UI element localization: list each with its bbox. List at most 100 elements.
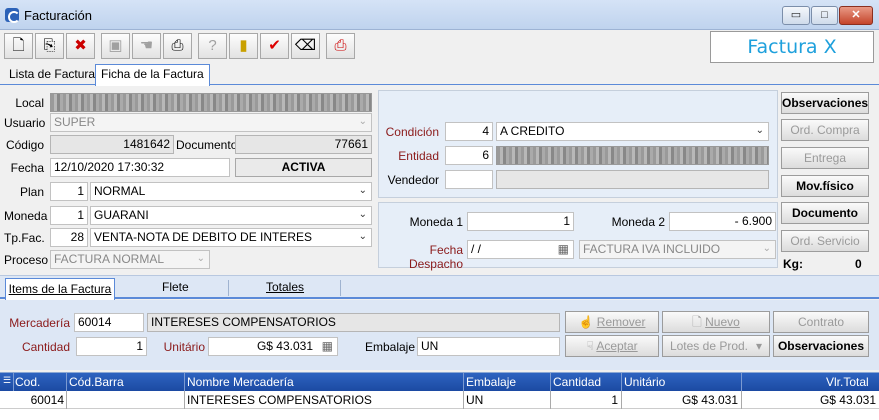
delete-icon[interactable]: ✖ xyxy=(66,33,95,59)
eraser-icon[interactable]: ⌫ xyxy=(291,33,320,59)
grid-col-sep xyxy=(66,391,67,409)
cantidad-field[interactable]: 1 xyxy=(76,337,147,356)
print-red-icon[interactable]: ⎙ xyxy=(326,33,355,59)
invoice-header-panel: Local Usuario SUPER ⌄ Código 1481642 Docu… xyxy=(4,90,376,270)
vendedor-field[interactable] xyxy=(496,170,769,189)
maximize-button[interactable]: □ xyxy=(811,6,838,25)
embalaje-field[interactable]: UN xyxy=(417,337,560,356)
cell-embalaje: UN xyxy=(466,393,484,407)
item-observaciones-button[interactable]: Observaciones xyxy=(773,335,869,357)
moneda1-field[interactable]: 1 xyxy=(467,212,574,231)
close-button[interactable]: ✕ xyxy=(839,6,873,25)
fecha-field[interactable]: 12/10/2020 17:30:32 xyxy=(50,158,230,177)
col-embalaje[interactable]: Embalaje xyxy=(466,375,516,389)
grid-col-sep xyxy=(550,391,551,409)
ord-servicio-button[interactable]: Ord. Servicio xyxy=(781,230,869,252)
tab-separator xyxy=(340,280,341,296)
chevron-down-icon: ▾ xyxy=(756,339,763,353)
minimize-button[interactable]: ▭ xyxy=(782,6,810,25)
check-icon[interactable]: ✔ xyxy=(260,33,289,59)
tab-ficha-factura[interactable]: Ficha de la Factura xyxy=(95,64,210,86)
tab-ficha-factura-label: Ficha de la Factura xyxy=(101,67,204,81)
proceso-label: Proceso xyxy=(4,253,49,267)
grid-col-sep xyxy=(741,391,742,409)
tpfac-label: Tp.Fac. xyxy=(4,231,45,245)
documento-field: 77661 xyxy=(235,135,372,154)
usuario-select[interactable]: SUPER ⌄ xyxy=(50,113,372,132)
chevron-down-icon: ⌄ xyxy=(358,209,367,220)
tab-items-factura[interactable]: Items de la Factura xyxy=(5,278,115,300)
mercaderia-name-field: INTERESES COMPENSATORIOS xyxy=(147,313,560,332)
aceptar-label: Aceptar xyxy=(596,339,638,353)
tpfac-select[interactable]: VENTA-NOTA DE DEBITO DE INTERES ⌄ xyxy=(90,228,372,247)
calendar-icon[interactable]: ▦ xyxy=(558,242,569,257)
iva-select[interactable]: FACTURA IVA INCLUIDO ⌄ xyxy=(579,240,776,259)
col-vlr-total[interactable]: Vlr.Total xyxy=(826,375,869,389)
new-doc-icon: 🗋 xyxy=(692,315,706,329)
condicion-label: Condición xyxy=(385,125,439,139)
hand-icon: ☝ xyxy=(578,315,597,329)
col-unitario[interactable]: Unitário xyxy=(624,375,665,389)
grid-menu-icon[interactable]: ☰ xyxy=(3,375,11,386)
plan-select[interactable]: NORMAL ⌄ xyxy=(90,182,372,201)
observaciones-button[interactable]: Observaciones xyxy=(781,92,869,114)
currency-panel: Moneda 1 1 Moneda 2 - 6.900 Fecha Despac… xyxy=(378,202,778,271)
items-panel: Mercadería 60014 INTERESES COMPENSATORIO… xyxy=(0,300,879,370)
save-icon[interactable]: ▣ xyxy=(101,33,130,59)
tab-lista-facturas[interactable]: Lista de Facturas xyxy=(4,65,106,85)
moneda-select[interactable]: GUARANI ⌄ xyxy=(90,206,372,225)
condition-panel: Condición 4 A CREDITO ⌄ Entidad 6 Vendedo… xyxy=(378,90,778,198)
entidad-label: Entidad xyxy=(398,149,439,163)
grid-header: ☰ Cod. Cód.Barra Nombre Mercadería Embal… xyxy=(0,373,879,391)
documento-button[interactable]: Documento xyxy=(781,202,869,224)
tpfac-num[interactable]: 28 xyxy=(50,228,88,247)
nuevo-button[interactable]: 🗋 Nuevo xyxy=(662,311,770,333)
hand-icon[interactable]: ☚ xyxy=(132,33,161,59)
lotes-label: Lotes de Prod. xyxy=(669,339,749,353)
col-cod[interactable]: Cod. xyxy=(15,375,40,389)
moneda-value: GUARANI xyxy=(94,208,149,222)
print-icon[interactable]: ⎙ xyxy=(163,33,192,59)
help-icon[interactable]: ? xyxy=(198,33,227,59)
unitario-field[interactable]: G$ 43.031 ▦ xyxy=(208,337,338,356)
window-title: Facturación xyxy=(24,8,92,23)
cell-cod: 60014 xyxy=(30,393,64,407)
contrato-button[interactable]: Contrato xyxy=(773,311,869,333)
unitario-value: G$ 43.031 xyxy=(256,339,313,353)
lotes-button[interactable]: Lotes de Prod. ▾ xyxy=(662,335,770,357)
col-cantidad[interactable]: Cantidad xyxy=(553,375,601,389)
col-nombre[interactable]: Nombre Mercadería xyxy=(187,375,294,389)
condicion-select[interactable]: A CREDITO ⌄ xyxy=(496,122,769,141)
ord-compra-button[interactable]: Ord. Compra xyxy=(781,119,869,141)
fecha-despacho-field[interactable]: / / ▦ xyxy=(467,240,574,259)
proceso-select[interactable]: FACTURA NORMAL ⌄ xyxy=(50,250,210,269)
tab-flete[interactable]: Flete xyxy=(162,280,189,294)
aceptar-button[interactable]: ☟ Aceptar xyxy=(565,335,659,357)
grid-col-sep xyxy=(463,391,464,409)
moneda-num[interactable]: 1 xyxy=(50,206,88,225)
plan-num[interactable]: 1 xyxy=(50,182,88,201)
entidad-field[interactable] xyxy=(496,146,769,165)
remover-button[interactable]: ☝ Remover xyxy=(565,311,659,333)
table-row[interactable]: 60014 INTERESES COMPENSATORIOS UN 1 G$ 4… xyxy=(0,391,879,409)
calculator-icon[interactable]: ▦ xyxy=(322,339,333,354)
remover-label: Remover xyxy=(596,315,646,329)
entrega-button[interactable]: Entrega xyxy=(781,147,869,169)
mov-fisico-button[interactable]: Mov.físico xyxy=(781,175,869,197)
exit-icon[interactable]: ▮ xyxy=(229,33,258,59)
tpfac-value: VENTA-NOTA DE DEBITO DE INTERES xyxy=(94,230,313,244)
condicion-num[interactable]: 4 xyxy=(445,122,493,141)
app-icon xyxy=(5,8,20,23)
entidad-num[interactable]: 6 xyxy=(445,146,493,165)
new-icon[interactable]: 🗋 xyxy=(4,33,33,59)
moneda2-field[interactable]: - 6.900 xyxy=(669,212,776,231)
vendedor-num[interactable] xyxy=(445,170,493,189)
grid-col-sep xyxy=(13,373,14,391)
mercaderia-code-field[interactable]: 60014 xyxy=(74,313,144,332)
local-field[interactable] xyxy=(50,93,372,112)
tab-totales[interactable]: Totales xyxy=(266,280,304,294)
fecha-despacho-label: Fecha Despacho xyxy=(408,243,463,271)
col-cod-barra[interactable]: Cód.Barra xyxy=(69,375,124,389)
grid-col-sep xyxy=(621,373,622,391)
copy-icon[interactable]: ⎘ xyxy=(35,33,64,59)
